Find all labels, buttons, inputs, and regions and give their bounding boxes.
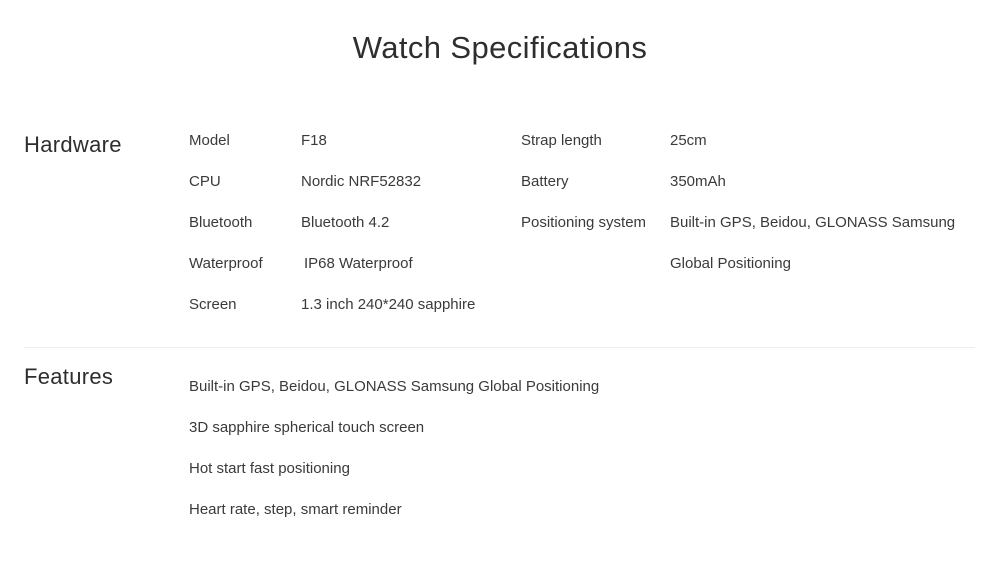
spec-row: CPU Nordic NRF52832 — [189, 173, 519, 214]
page-title: Watch Specifications — [352, 30, 648, 65]
spec-value: Bluetooth 4.2 — [301, 214, 390, 231]
spec-key: Screen — [189, 296, 237, 313]
spec-value: Global Positioning — [670, 255, 791, 272]
spec-key: Model — [189, 132, 230, 149]
hardware-right-column: Strap length 25cm Battery 350mAh Positioni… — [521, 132, 991, 296]
spec-row: Positioning system Built-in GPS, Beidou, … — [521, 214, 991, 255]
list-item: Heart rate, step, smart reminder — [189, 501, 402, 518]
spec-row-continuation: Global Positioning — [521, 255, 991, 296]
spec-key: Bluetooth — [189, 214, 253, 231]
spec-key: Battery — [521, 173, 569, 190]
spec-value: 1.3 inch 240*240 sapphire — [301, 296, 476, 313]
features-section-label: Features — [24, 364, 114, 389]
spec-row: Bluetooth Bluetooth 4.2 — [189, 214, 519, 255]
spec-value: Nordic NRF52832 — [301, 173, 422, 190]
spec-key: CPU — [189, 173, 221, 190]
spec-row: Strap length 25cm — [521, 132, 991, 173]
list-item: Hot start fast positioning — [189, 460, 350, 477]
list-item: Built-in GPS, Beidou, GLONASS Samsung Gl… — [189, 378, 600, 395]
spec-row: Model F18 — [189, 132, 519, 173]
spec-value: Built-in GPS, Beidou, GLONASS Samsung — [670, 214, 956, 231]
spec-value: 350mAh — [670, 173, 726, 190]
features-list: Built-in GPS, Beidou, GLONASS Samsung Gl… — [189, 378, 599, 542]
hardware-section-label: Hardware — [24, 132, 122, 157]
hardware-left-column: Model F18 CPU Nordic NRF52832 Bluetooth Blu… — [189, 132, 519, 337]
spec-value: 25cm — [670, 132, 707, 149]
section-divider — [24, 347, 975, 348]
spec-key: Positioning system — [521, 214, 647, 231]
spec-key: Waterproof — [189, 255, 263, 272]
spec-row: Waterproof IP68 Waterproof — [189, 255, 519, 296]
spec-row: Battery 350mAh — [521, 173, 991, 214]
spec-row: Screen 1.3 inch 240*240 sapphire — [189, 296, 519, 337]
spec-value: F18 — [301, 132, 327, 149]
spec-key: Strap length — [521, 132, 602, 149]
list-item: 3D sapphire spherical touch screen — [189, 419, 425, 436]
spec-value: IP68 Waterproof — [304, 255, 413, 272]
